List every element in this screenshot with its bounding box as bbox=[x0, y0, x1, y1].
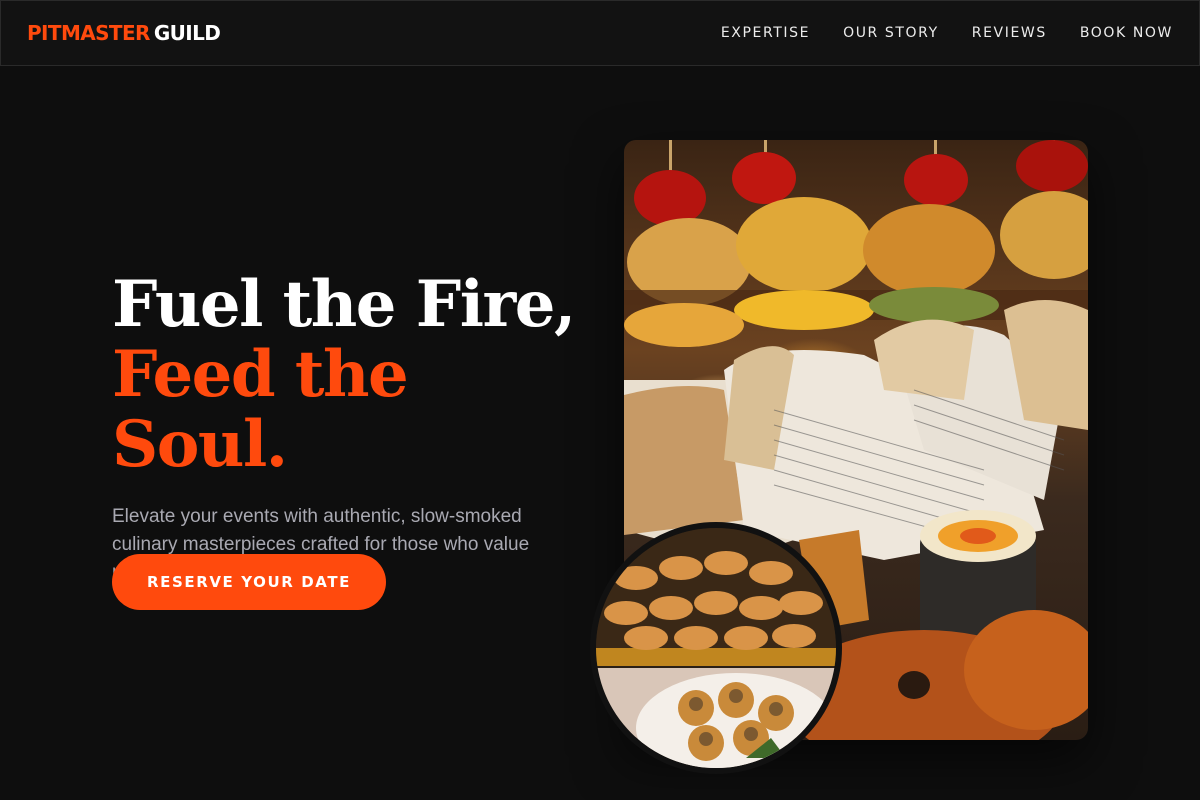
hero-headline: Fuel the Fire, Feed the Soul. bbox=[112, 270, 592, 480]
pastry-tray-illustration bbox=[596, 528, 836, 768]
nav-link-reviews[interactable]: REVIEWS bbox=[972, 25, 1047, 41]
nav-link-book-now[interactable]: BOOK NOW bbox=[1080, 25, 1173, 41]
site-header: PITMASTER GUILD EXPERTISE OUR STORY REVI… bbox=[0, 0, 1200, 66]
headline-line-1: Fuel the Fire, bbox=[112, 267, 576, 342]
brand-logo[interactable]: PITMASTER GUILD bbox=[27, 21, 221, 45]
nav-link-expertise[interactable]: EXPERTISE bbox=[721, 25, 810, 41]
appetizer-round-photo bbox=[590, 522, 842, 774]
brand-name-part1: PITMASTER bbox=[27, 21, 150, 45]
nav-link-our-story[interactable]: OUR STORY bbox=[843, 25, 939, 41]
brand-name-part2: GUILD bbox=[153, 21, 221, 45]
main-nav: EXPERTISE OUR STORY REVIEWS BOOK NOW bbox=[721, 25, 1173, 41]
headline-line-2: Feed the Soul. bbox=[112, 337, 409, 482]
reserve-date-button[interactable]: RESERVE YOUR DATE bbox=[112, 554, 386, 610]
